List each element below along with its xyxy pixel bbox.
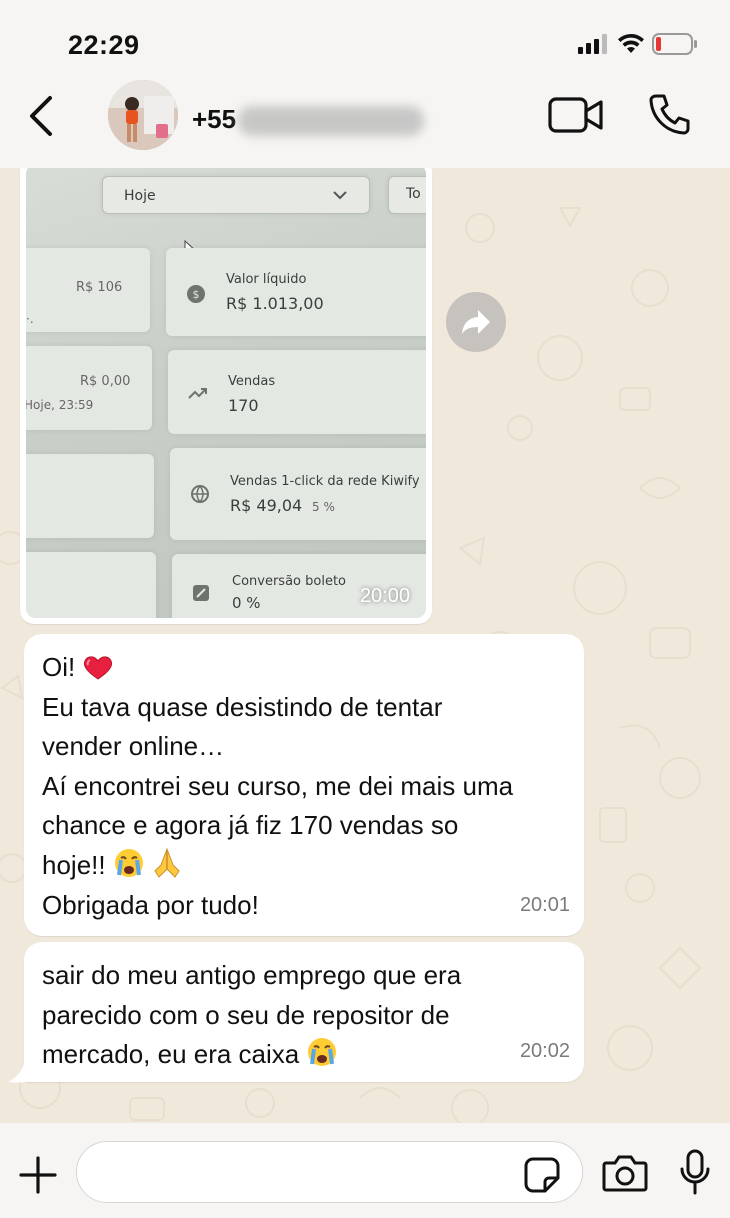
status-time: 22:29: [68, 30, 140, 60]
message-time: 20:02: [519, 1040, 570, 1063]
svg-text:$: $: [193, 288, 200, 301]
message-text: hoje!!: [42, 849, 106, 880]
photo-dropdown-label: Hoje: [124, 188, 156, 204]
photo-card-4-value: 0 %: [232, 594, 261, 612]
photo-left-val1: R$ 106: [76, 280, 123, 295]
dashboard-photo[interactable]: Hoje To R$ 106 ·. R$ 0,00 Hoje, 23:59 $ …: [26, 168, 426, 618]
chat-header: +55: [0, 80, 730, 168]
message-text: sair do meu antigo emprego que era: [42, 960, 462, 990]
message-text: Aí encontrei seu curso, me dei mais uma: [42, 770, 514, 801]
contact-number-blurred: [238, 106, 424, 136]
photo-card-3-value: R$ 49,04: [230, 496, 303, 515]
photo-card-3-extra: 5 %: [312, 500, 335, 514]
chevron-down-icon: [333, 191, 347, 200]
photo-left-card-4: [26, 552, 156, 618]
plus-icon[interactable]: [18, 1155, 58, 1195]
globe-icon: [191, 485, 209, 504]
avatar-photo: [108, 80, 178, 150]
crying-face-emoji-icon: [114, 848, 143, 877]
contact-avatar[interactable]: [108, 80, 178, 150]
phone-call-icon[interactable]: [648, 92, 692, 136]
forward-arrow-icon: [462, 310, 490, 334]
bubble-tail: [8, 1064, 34, 1083]
message-text: mercado, eu era caixa: [42, 1039, 300, 1070]
message-text: Eu tava quase desistindo de tentar: [42, 691, 443, 722]
photo-left-val2: R$ 0,00: [80, 374, 131, 389]
photo-left-val2-sub: Hoje, 23:59: [26, 398, 94, 412]
message-input[interactable]: [97, 1142, 527, 1202]
photo-left-dot: ·.: [26, 312, 34, 326]
crying-face-emoji-icon: [308, 1038, 337, 1067]
message-line: Oi!: [42, 648, 566, 688]
contact-name[interactable]: +55: [192, 104, 236, 135]
text-message-bubble[interactable]: sair do meu antigo emprego que era parec…: [24, 942, 584, 1082]
photo-card-4-label: Conversão boleto: [232, 574, 346, 589]
heart-emoji-icon: [84, 656, 113, 680]
percent-tag-icon: [193, 585, 209, 601]
camera-icon[interactable]: [602, 1153, 648, 1193]
dollar-circle-icon: $: [187, 285, 205, 303]
forward-button[interactable]: [446, 292, 506, 352]
wifi-icon: [618, 33, 644, 53]
praying-hands-emoji-icon: [154, 847, 180, 878]
photo-card-1-label: Valor líquido: [226, 272, 307, 287]
message-text: chance e agora já fiz 170 vendas so: [42, 810, 459, 841]
message-line: hoje!!: [42, 846, 566, 886]
message-composer: [0, 1123, 730, 1218]
trend-up-icon: [188, 388, 207, 399]
status-bar: 22:29: [0, 0, 730, 80]
video-call-icon[interactable]: [548, 96, 604, 134]
message-text: vender online…: [42, 731, 225, 762]
photo-card-2-value: 170: [228, 396, 259, 415]
message-text: Obrigada por tudo!: [42, 889, 259, 920]
photo-card-2-label: Vendas: [228, 374, 276, 389]
message-time: 20:01: [519, 894, 570, 917]
message-text: Oi!: [42, 652, 76, 682]
cellular-signal-icon: [578, 34, 607, 54]
back-chevron-icon[interactable]: [22, 94, 62, 138]
message-line: mercado, eu era caixa: [42, 1035, 566, 1075]
image-message-time: 20:00: [359, 585, 410, 607]
battery-low-icon: [652, 33, 697, 55]
photo-card-1-value: R$ 1.013,00: [226, 294, 324, 313]
photo-left-card-3: [26, 454, 154, 538]
message-text: parecido com o seu de repositor de: [42, 999, 450, 1030]
microphone-icon[interactable]: [680, 1149, 710, 1195]
image-message-bubble[interactable]: Hoje To R$ 106 ·. R$ 0,00 Hoje, 23:59 $ …: [20, 168, 432, 624]
photo-card-3-label: Vendas 1-click da rede Kiwify: [230, 474, 420, 489]
photo-dropdown-2-label: To: [406, 186, 421, 202]
message-input-wrapper: [76, 1141, 583, 1203]
sticker-icon[interactable]: [523, 1156, 561, 1194]
text-message-bubble[interactable]: Oi! Eu tava quase desistindo de tentar v…: [24, 634, 584, 936]
chat-area[interactable]: Hoje To R$ 106 ·. R$ 0,00 Hoje, 23:59 $ …: [0, 168, 730, 1123]
